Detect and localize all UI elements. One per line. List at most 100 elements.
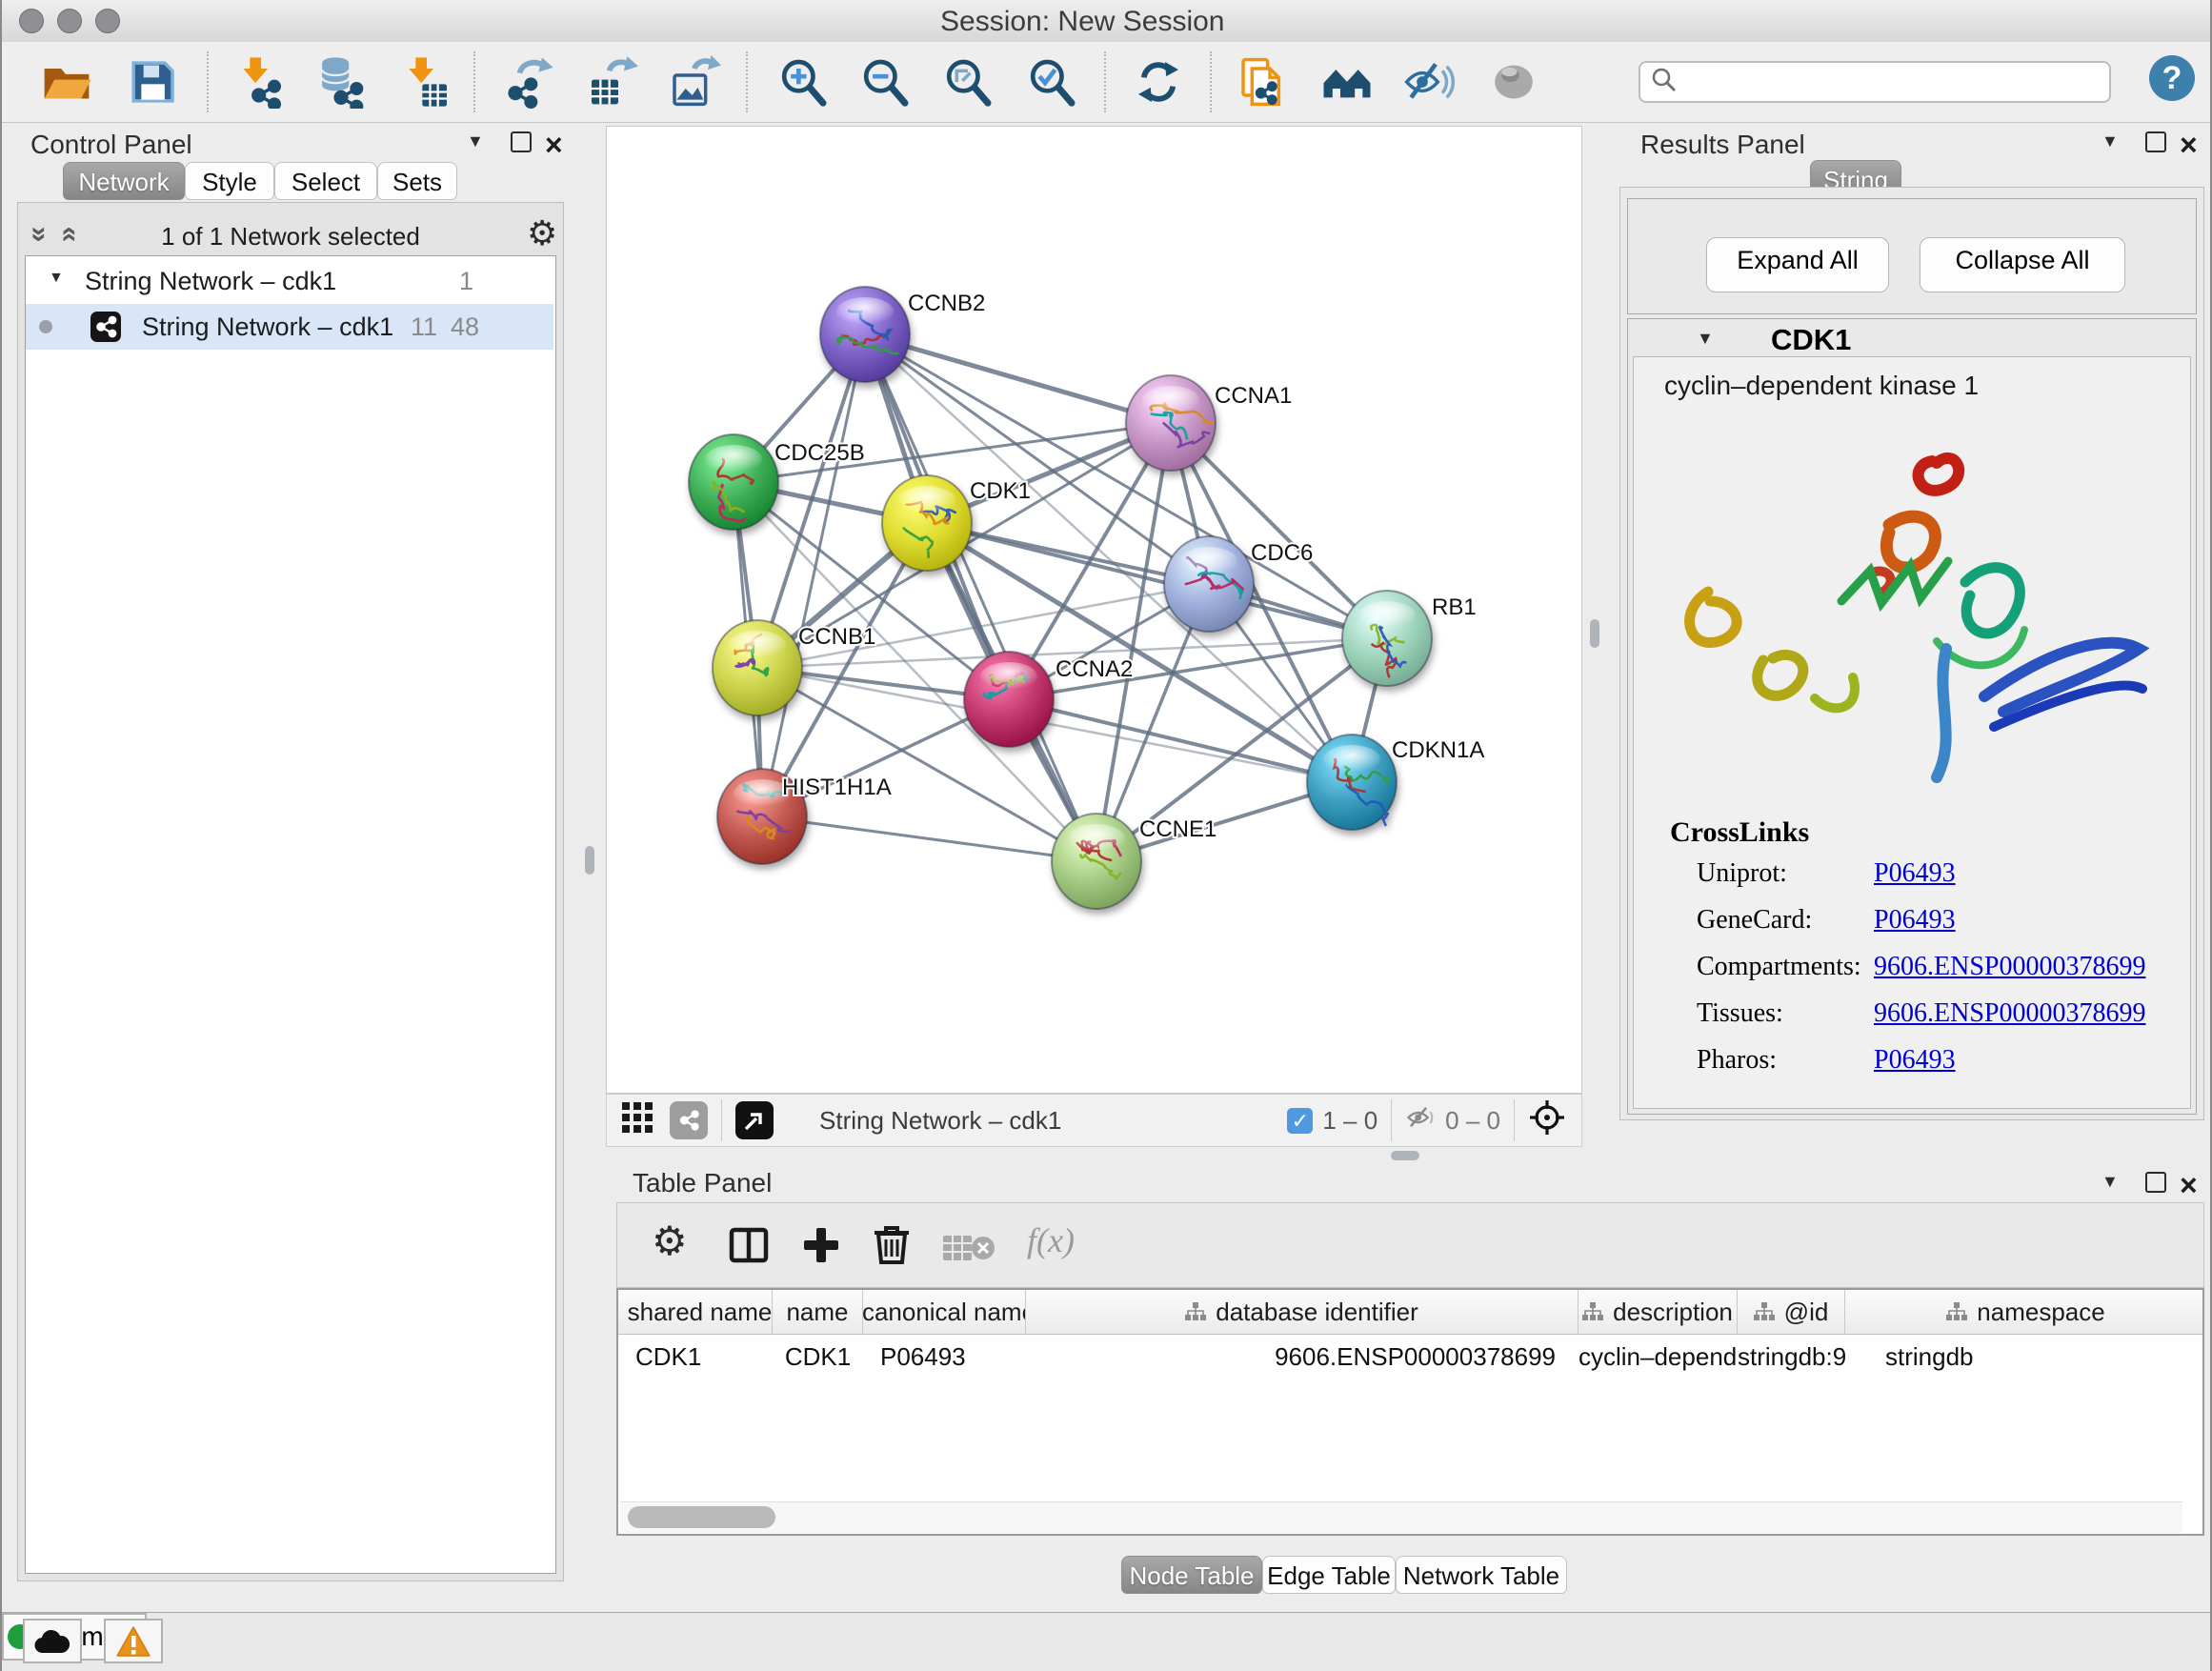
- network-options-gear-icon[interactable]: ⚙: [527, 216, 557, 251]
- collection-name: String Network – cdk1: [85, 267, 336, 296]
- export-image-icon[interactable]: [668, 55, 721, 109]
- table-panel-close-icon[interactable]: ×: [2180, 1176, 2198, 1195]
- zoom-selected-icon[interactable]: [1025, 55, 1078, 109]
- table-cell-namespace: stringdb: [1845, 1335, 2204, 1379]
- table-cell-name: CDK1: [773, 1335, 863, 1379]
- table-horizontal-scrollbar[interactable]: [620, 1501, 2182, 1533]
- import-table-icon[interactable]: [400, 55, 453, 109]
- results-panel-close-icon[interactable]: ×: [2180, 135, 2198, 154]
- network-canvas[interactable]: CCNB2CCNA1CDC25BCDK1CDC6RB1CCNB1CCNA2CDK…: [606, 126, 1582, 1094]
- zoom-window-button[interactable]: [95, 9, 120, 33]
- import-network-icon[interactable]: [234, 55, 288, 109]
- zoom-fit-icon[interactable]: [941, 55, 995, 109]
- minimize-window-button[interactable]: [57, 9, 82, 33]
- cloud-button[interactable]: [23, 1619, 82, 1663]
- add-column-icon[interactable]: [800, 1224, 842, 1271]
- function-builder-icon[interactable]: f(x): [1027, 1220, 1075, 1260]
- zoom-out-icon[interactable]: [858, 55, 912, 109]
- warnings-button[interactable]: [104, 1619, 163, 1663]
- search-input[interactable]: [1688, 67, 2109, 98]
- search-icon: [1650, 66, 1679, 99]
- node-CCNA2[interactable]: [964, 652, 1054, 747]
- main-toolbar: ?: [2, 42, 2212, 123]
- node-CCNA1[interactable]: [1126, 375, 1216, 471]
- column-header-shared-name[interactable]: shared name: [618, 1290, 773, 1334]
- crosslink-link[interactable]: 9606.ENSP00000378699: [1874, 952, 2145, 982]
- node-label-CDKN1A: CDKN1A: [1392, 737, 1484, 763]
- tab-edge-table[interactable]: Edge Table: [1262, 1556, 1396, 1594]
- clone-network-icon[interactable]: [1237, 55, 1290, 109]
- network-share-view-icon[interactable]: [670, 1101, 708, 1139]
- node-CCNB1[interactable]: [713, 620, 802, 715]
- tab-network-table[interactable]: Network Table: [1396, 1556, 1567, 1594]
- control-panel-close-icon[interactable]: ×: [545, 135, 563, 154]
- hidden-eye-icon[interactable]: [1405, 1103, 1438, 1138]
- hide-selected-icon[interactable]: [1402, 55, 1456, 109]
- column-header-description[interactable]: description: [1579, 1290, 1738, 1334]
- expand-all-button[interactable]: Expand All: [1706, 237, 1889, 292]
- left-splitter-handle[interactable]: [585, 846, 594, 875]
- collapse-gene-icon[interactable]: ▼: [1697, 329, 1714, 349]
- zoom-in-icon[interactable]: [776, 55, 830, 109]
- table-scrollbar-thumb[interactable]: [628, 1506, 775, 1528]
- table-options-gear-icon[interactable]: ⚙: [652, 1224, 688, 1258]
- node-RB1[interactable]: [1342, 591, 1432, 686]
- column-header-canonical-name[interactable]: canonical name: [863, 1290, 1026, 1334]
- detach-view-icon[interactable]: [735, 1101, 774, 1139]
- refresh-icon[interactable]: [1132, 55, 1185, 109]
- crosslink-row: Tissues:9606.ENSP00000378699: [1697, 998, 2145, 1029]
- collapse-collection-icon[interactable]: ▼: [49, 270, 64, 287]
- delete-column-icon[interactable]: [871, 1222, 913, 1271]
- export-network-icon[interactable]: [502, 55, 555, 109]
- results-panel-float-icon[interactable]: ▼: [2101, 131, 2119, 151]
- network-selection-status: 1 of 1 Network selected: [18, 222, 563, 252]
- column-header-namespace[interactable]: namespace: [1845, 1290, 2204, 1334]
- node-label-CDC25B: CDC25B: [774, 440, 865, 466]
- network-row-selected[interactable]: String Network – cdk1 11 48: [26, 304, 553, 350]
- crosslink-link[interactable]: P06493: [1874, 905, 1956, 936]
- save-session-icon[interactable]: [126, 55, 179, 109]
- toolbar-separator: [473, 51, 475, 112]
- node-CDK1[interactable]: [882, 475, 972, 571]
- tab-style[interactable]: Style: [185, 162, 274, 200]
- node-CDKN1A[interactable]: [1307, 735, 1397, 830]
- tab-network[interactable]: Network: [63, 162, 185, 200]
- control-panel-float-icon[interactable]: ▼: [467, 131, 484, 151]
- table-toolbar: ⚙ f(x): [616, 1202, 2204, 1288]
- right-splitter-handle[interactable]: [1590, 619, 1599, 648]
- column-header-@id[interactable]: @id: [1738, 1290, 1845, 1334]
- node-CDC25B[interactable]: [689, 434, 778, 530]
- column-header-name[interactable]: name: [773, 1290, 863, 1334]
- collapse-all-button[interactable]: Collapse All: [1920, 237, 2125, 292]
- node-CCNB2[interactable]: [820, 287, 910, 382]
- column-header-database-identifier[interactable]: database identifier: [1026, 1290, 1579, 1334]
- table-row[interactable]: CDK1CDK1P064939606.ENSP00000378699cyclin…: [618, 1335, 2202, 1379]
- results-panel-maximize-icon[interactable]: [2145, 131, 2166, 152]
- crosslink-link[interactable]: P06493: [1874, 858, 1956, 889]
- network-node-count: 11: [411, 312, 437, 342]
- crosslink-link[interactable]: 9606.ENSP00000378699: [1874, 998, 2145, 1029]
- tab-node-table[interactable]: Node Table: [1121, 1556, 1262, 1594]
- close-window-button[interactable]: [19, 9, 44, 33]
- open-session-icon[interactable]: [40, 55, 93, 109]
- node-CCNE1[interactable]: [1052, 814, 1141, 909]
- selected-nodes-checkbox[interactable]: ✓: [1287, 1108, 1313, 1134]
- import-network-database-icon[interactable]: [314, 55, 368, 109]
- node-CDC6[interactable]: [1164, 536, 1254, 632]
- fit-content-crosshair-icon[interactable]: [1528, 1098, 1566, 1143]
- tab-select[interactable]: Select: [274, 162, 377, 200]
- table-panel-float-icon[interactable]: ▼: [2101, 1172, 2119, 1192]
- network-collection-row[interactable]: ▼ String Network – cdk1 1: [26, 258, 553, 304]
- bottom-splitter-handle[interactable]: [1391, 1151, 1419, 1160]
- control-panel-maximize-icon[interactable]: [511, 131, 532, 152]
- export-table-icon[interactable]: [585, 55, 638, 109]
- table-panel-maximize-icon[interactable]: [2145, 1172, 2166, 1193]
- show-columns-icon[interactable]: [728, 1224, 770, 1271]
- help-button[interactable]: ?: [2149, 55, 2195, 101]
- clear-table-icon[interactable]: [943, 1232, 998, 1269]
- grid-view-icon[interactable]: [620, 1100, 654, 1141]
- crosslink-link[interactable]: P06493: [1874, 1045, 1956, 1076]
- show-all-icon[interactable]: [1487, 55, 1540, 109]
- tab-sets[interactable]: Sets: [377, 162, 457, 200]
- first-neighbors-icon[interactable]: [1320, 55, 1374, 109]
